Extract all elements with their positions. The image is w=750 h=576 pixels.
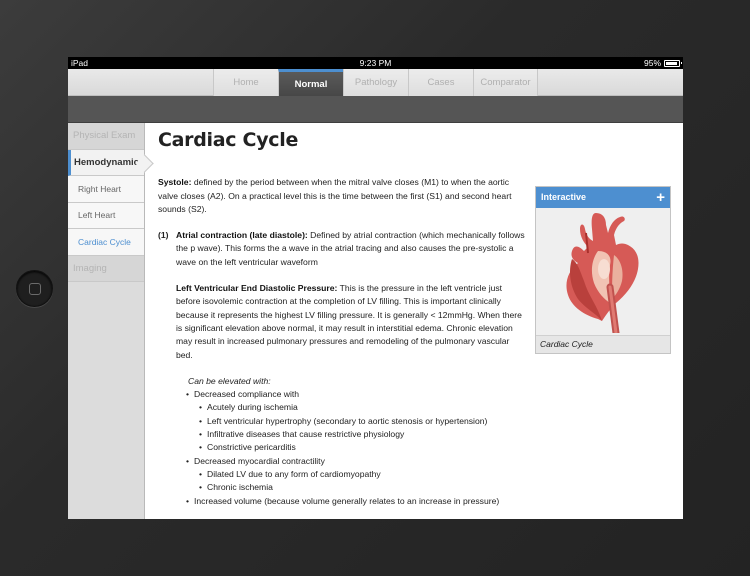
plus-icon[interactable]: + bbox=[656, 190, 665, 205]
list-item: Dilated LV due to any form of cardiomyop… bbox=[197, 468, 526, 482]
sidebar: Physical Exam Hemodynamics Right Heart L… bbox=[68, 123, 145, 519]
heart-illustration-icon bbox=[566, 212, 639, 333]
sidebar-item-right-heart[interactable]: Right Heart bbox=[68, 176, 144, 203]
lvedp-label: Left Ventricular End Diastolic Pressure: bbox=[176, 283, 338, 294]
app-screen: iPad 9:23 PM 95% Home Normal Pathology C… bbox=[68, 57, 683, 519]
tab-comparator[interactable]: Comparator bbox=[473, 69, 538, 96]
sidebar-item-cardiac-cycle[interactable]: Cardiac Cycle bbox=[68, 229, 144, 256]
list-item: Chronic ischemia bbox=[197, 481, 526, 495]
list-item: Constrictive pericarditis bbox=[197, 441, 526, 455]
tab-cases[interactable]: Cases bbox=[408, 69, 473, 96]
home-square-icon bbox=[29, 283, 41, 295]
top-navigation: Home Normal Pathology Cases Comparator bbox=[68, 69, 683, 96]
status-time: 9:23 PM bbox=[359, 58, 392, 68]
list-item: Increased volume (because volume general… bbox=[184, 495, 526, 509]
content-area: Physical Exam Hemodynamics Right Heart L… bbox=[68, 123, 683, 519]
systole-text: defined by the period between when the m… bbox=[158, 177, 512, 214]
heart-image[interactable] bbox=[536, 208, 670, 335]
list-item: Left ventricular hypertrophy (secondary … bbox=[197, 415, 526, 429]
sidebar-item-left-heart[interactable]: Left Heart bbox=[68, 202, 144, 229]
sub-toolbar bbox=[68, 96, 683, 123]
sidebar-item-imaging[interactable]: Imaging bbox=[68, 255, 144, 282]
text-column: Systole: defined by the period between w… bbox=[158, 176, 526, 508]
tab-bar: Home Normal Pathology Cases Comparator bbox=[213, 69, 538, 96]
status-bar: iPad 9:23 PM 95% bbox=[68, 57, 683, 69]
systole-paragraph: Systole: defined by the period between w… bbox=[158, 176, 526, 216]
list-item: Infiltrative diseases that cause restric… bbox=[197, 428, 526, 442]
page-title: Cardiac Cycle bbox=[158, 129, 299, 151]
list-item: Acutely during ischemia bbox=[197, 401, 526, 415]
tab-pathology[interactable]: Pathology bbox=[343, 69, 408, 96]
main-content: Cardiac Cycle Systole: defined by the pe… bbox=[145, 123, 683, 519]
list-item: Decreased compliance with bbox=[184, 388, 526, 402]
card-header: Interactive + bbox=[536, 187, 670, 208]
tab-normal[interactable]: Normal bbox=[278, 69, 343, 96]
interactive-card[interactable]: Interactive + Cardiac Cycle bbox=[535, 186, 671, 354]
lvedp-text: This is the pressure in the left ventric… bbox=[176, 283, 522, 360]
card-header-label: Interactive bbox=[541, 191, 587, 202]
sidebar-item-hemodynamics[interactable]: Hemodynamics bbox=[68, 149, 144, 176]
item-number: (1) bbox=[158, 230, 169, 241]
list-item: Decreased myocardial contractility bbox=[184, 455, 526, 469]
sidebar-item-physical-exam[interactable]: Physical Exam bbox=[68, 123, 144, 150]
elevated-heading: Can be elevated with: bbox=[188, 375, 271, 386]
card-caption: Cardiac Cycle bbox=[536, 335, 670, 353]
tab-home[interactable]: Home bbox=[213, 69, 278, 96]
battery-icon bbox=[664, 59, 682, 67]
home-button[interactable] bbox=[16, 270, 53, 307]
atrial-label: Atrial contraction (late diastole): bbox=[176, 230, 308, 241]
atrial-contraction-item: (1) Atrial contraction (late diastole): … bbox=[158, 229, 526, 269]
lvedp-paragraph: Left Ventricular End Diastolic Pressure:… bbox=[176, 282, 526, 362]
systole-label: Systole: bbox=[158, 177, 192, 188]
